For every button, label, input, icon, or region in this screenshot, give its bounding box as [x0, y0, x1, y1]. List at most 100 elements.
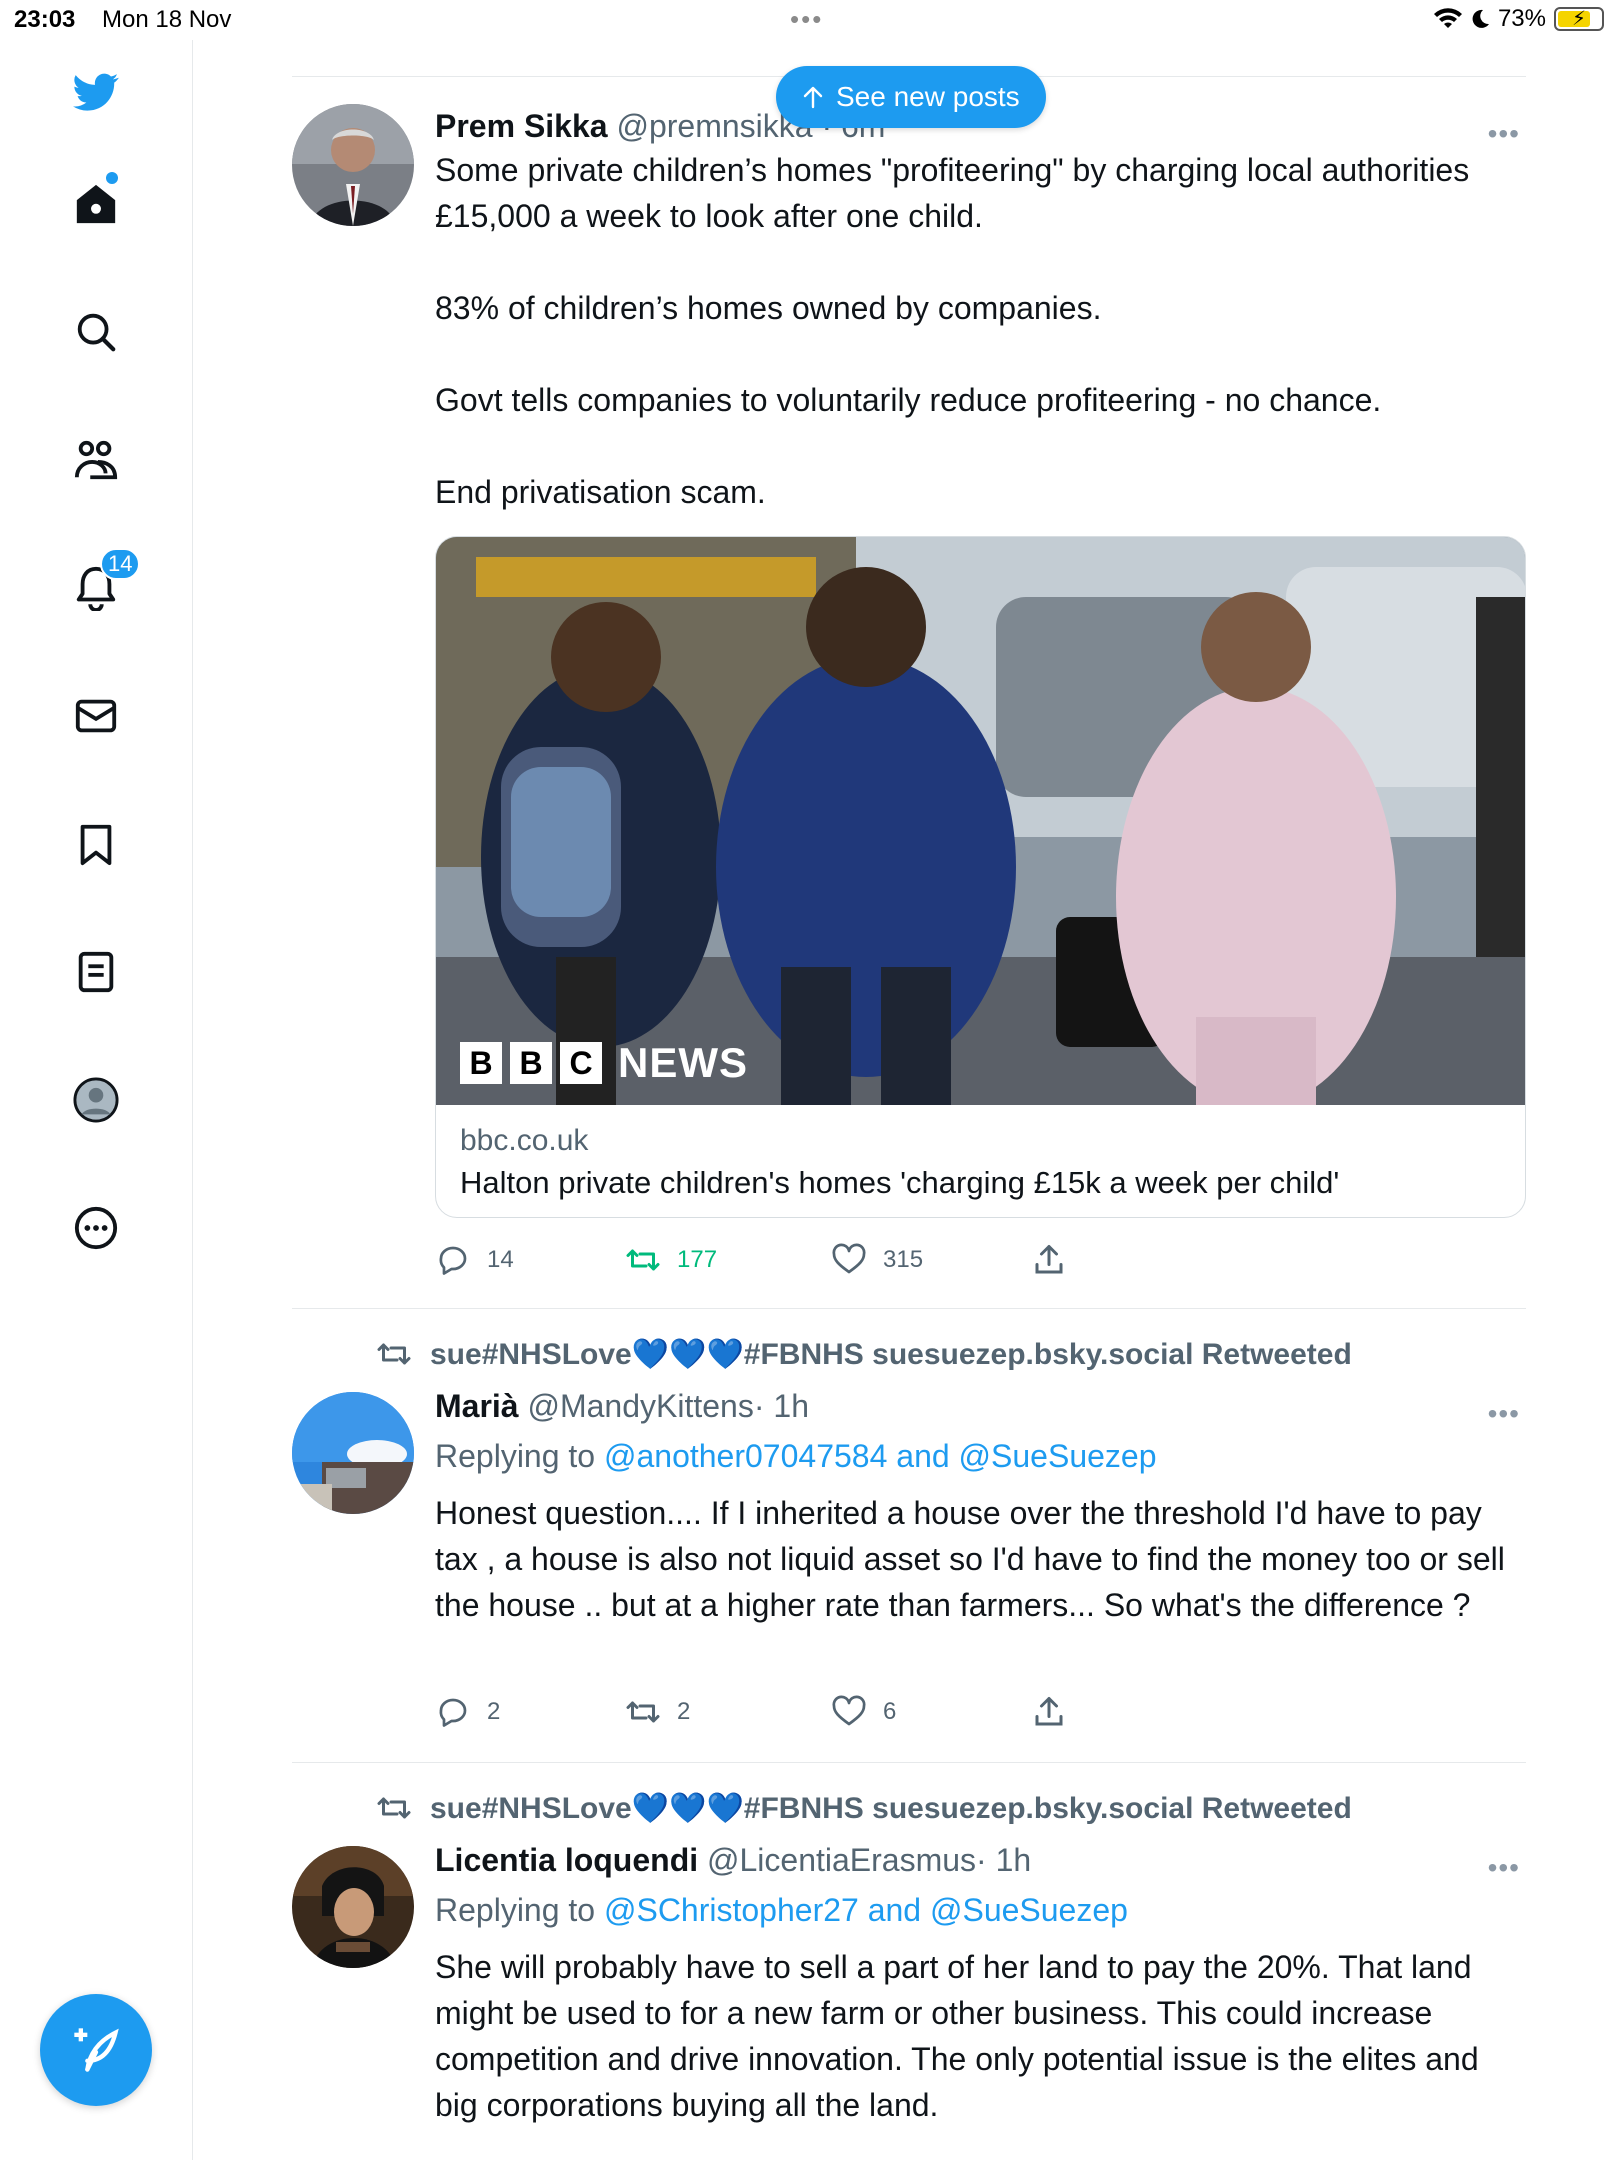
share-icon: [1035, 1245, 1063, 1274]
reply-icon: [439, 1698, 467, 1727]
like-button[interactable]: 315: [831, 1242, 923, 1278]
like-count: 6: [883, 1698, 897, 1725]
tweet-content: Licentia loquendi @LicentiaErasmus· 1h •…: [435, 1838, 1526, 2128]
tweet-actions: 14 177 315: [435, 1242, 1335, 1282]
see-new-posts-button[interactable]: See new posts: [776, 66, 1046, 128]
reply-button[interactable]: 2: [435, 1694, 500, 1730]
replying-to-prefix: Replying to: [435, 1892, 604, 1928]
see-new-posts-label: See new posts: [836, 81, 1020, 112]
retweet-icon: [626, 1701, 660, 1723]
moon-icon: [1472, 9, 1489, 28]
share-button[interactable]: [1031, 1694, 1067, 1730]
like-count: 315: [883, 1246, 924, 1273]
replying-to: Replying to @SChristopher27 and @SueSuez…: [435, 1886, 1526, 1934]
tweet-paragraph: 83% of children’s homes owned by compani…: [435, 290, 1102, 326]
wifi-icon: [1433, 8, 1462, 28]
tweet-more-icon[interactable]: •••: [1488, 1398, 1520, 1430]
link-card-title: Halton private children's homes 'chargin…: [460, 1165, 1340, 1200]
messages-nav[interactable]: [64, 684, 128, 748]
replying-to-users[interactable]: @another07047584 and @SueSuezep: [604, 1438, 1157, 1474]
author-handle[interactable]: @MandyKittens: [527, 1388, 753, 1424]
tweet-header: Licentia loquendi @LicentiaErasmus· 1h: [435, 1838, 1526, 1882]
reply-button[interactable]: 14: [435, 1242, 514, 1278]
arrow-up-icon: [803, 86, 823, 109]
retweet-count: 177: [677, 1246, 718, 1273]
author-name[interactable]: Licentia loquendi: [435, 1842, 698, 1878]
link-card-meta: bbc.co.uk Halton private children's home…: [436, 1105, 1525, 1217]
tweet-more-icon[interactable]: •••: [1488, 1852, 1520, 1884]
home-icon: [76, 184, 116, 224]
battery-icon: ⚡: [1554, 7, 1604, 31]
replying-to-users[interactable]: @SChristopher27 and @SueSuezep: [604, 1892, 1128, 1928]
heart-icon: [832, 1243, 866, 1274]
home-nav[interactable]: [64, 172, 128, 236]
heart-icon: [832, 1695, 866, 1726]
retweet-button[interactable]: 2: [625, 1694, 690, 1730]
avatar[interactable]: [292, 1846, 414, 1968]
lists-nav[interactable]: [64, 940, 128, 1004]
profile-nav[interactable]: [64, 1068, 128, 1132]
search-icon: [77, 313, 116, 352]
status-time: 23:03: [14, 6, 76, 33]
author-name[interactable]: Prem Sikka: [435, 108, 608, 144]
tweet[interactable]: Licentia loquendi @LicentiaErasmus· 1h •…: [292, 1838, 1526, 2160]
author-name[interactable]: Marià: [435, 1388, 519, 1424]
tweet-paragraph: Some private children’s homes "profiteer…: [435, 152, 1470, 234]
tweet-time[interactable]: · 1h: [754, 1388, 809, 1424]
link-card-domain: bbc.co.uk: [460, 1124, 589, 1157]
tweet-text: Some private children’s homes "profiteer…: [435, 147, 1526, 515]
status-bar: 23:03 Mon 18 Nov ••• 73% ⚡: [0, 0, 1620, 40]
tweet[interactable]: Prem Sikka @premnsikka · 6m ••• Some pri…: [292, 104, 1526, 1304]
bbc-logo-news: NEWS: [618, 1039, 748, 1086]
retweeted-by-label: sue#NHSLove💙💙💙#FBNHS suesuezep.bsky.soci…: [430, 1791, 1352, 1825]
more-nav[interactable]: [64, 1196, 128, 1260]
bookmarks-nav[interactable]: [64, 812, 128, 876]
explore-nav[interactable]: [64, 300, 128, 364]
tweet[interactable]: Marià @MandyKittens· 1h ••• Replying to …: [292, 1384, 1526, 1727]
tweet-content: Prem Sikka @premnsikka · 6m ••• Some pri…: [435, 104, 1526, 515]
retweeted-by[interactable]: sue#NHSLove💙💙💙#FBNHS suesuezep.bsky.soci…: [376, 1790, 1352, 1826]
retweet-icon: [377, 1797, 411, 1819]
status-right: 73% ⚡: [1433, 5, 1604, 33]
tweet-text: She will probably have to sell a part of…: [435, 1949, 1479, 2123]
link-card[interactable]: B B C NEWS bbc.co.uk Halton private chil…: [435, 536, 1526, 1218]
tweet-more-icon[interactable]: •••: [1488, 118, 1520, 150]
multitasking-dots-icon[interactable]: •••: [790, 4, 823, 35]
communities-nav[interactable]: [64, 428, 128, 492]
retweeted-by-label: sue#NHSLove💙💙💙#FBNHS suesuezep.bsky.soci…: [430, 1337, 1352, 1371]
share-button[interactable]: [1031, 1242, 1067, 1278]
tweet-divider: [292, 1762, 1526, 1763]
profile-avatar-icon: [73, 1077, 119, 1123]
notifications-nav[interactable]: 14: [64, 548, 141, 620]
tweet-header: Marià @MandyKittens· 1h: [435, 1384, 1526, 1428]
tweet-time[interactable]: · 1h: [976, 1842, 1031, 1878]
retweet-count: 2: [677, 1698, 691, 1725]
like-button[interactable]: 6: [831, 1694, 896, 1730]
replying-to-prefix: Replying to: [435, 1438, 604, 1474]
retweet-button[interactable]: 177: [625, 1242, 717, 1278]
replying-to: Replying to @another07047584 and @SueSue…: [435, 1432, 1526, 1480]
bookmark-icon: [80, 824, 112, 866]
list-icon: [78, 951, 114, 993]
communities-icon: [74, 440, 118, 480]
author-handle[interactable]: @LicentiaErasmus: [707, 1842, 976, 1878]
twitter-logo-icon[interactable]: [64, 60, 128, 124]
tweet-divider: [292, 1308, 1526, 1309]
tweet-paragraph: Govt tells companies to voluntarily redu…: [435, 382, 1382, 418]
avatar[interactable]: [292, 104, 414, 226]
retweeted-by[interactable]: sue#NHSLove💙💙💙#FBNHS suesuezep.bsky.soci…: [376, 1336, 1352, 1372]
sidebar: 14: [0, 40, 193, 2160]
compose-feather-icon: [74, 2028, 119, 2072]
battery-percent: 73%: [1497, 5, 1546, 32]
new-content-dot: [106, 172, 118, 184]
tweet-actions: 2 2 6: [435, 1694, 1335, 1734]
avatar[interactable]: [292, 1392, 414, 1514]
reply-count: 2: [487, 1698, 501, 1725]
bbc-logo-block: B: [510, 1042, 552, 1084]
compose-tweet-button[interactable]: [40, 1994, 152, 2106]
bbc-logo-block: B: [460, 1042, 502, 1084]
tweet-content: Marià @MandyKittens· 1h ••• Replying to …: [435, 1384, 1526, 1628]
more-options-icon: [74, 1206, 118, 1250]
bbc-news-logo: B B C NEWS: [460, 1039, 748, 1087]
reply-count: 14: [487, 1246, 514, 1273]
